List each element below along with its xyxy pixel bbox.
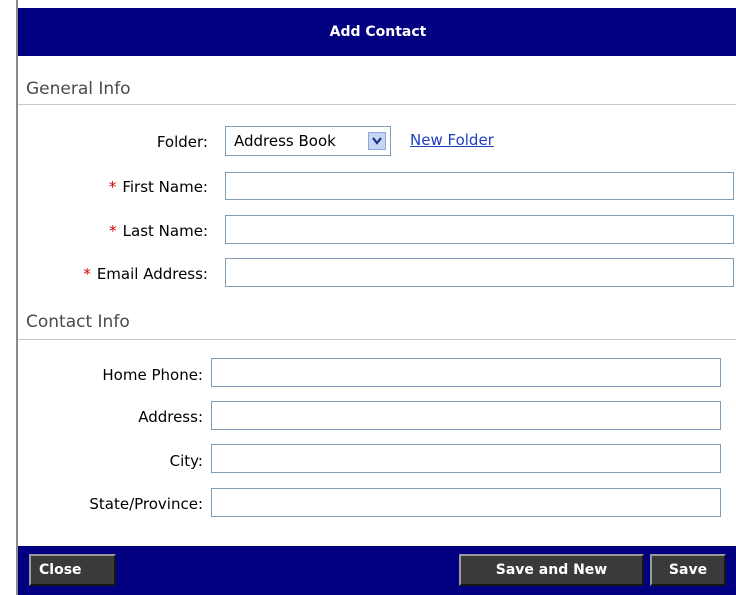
- address-field[interactable]: [211, 401, 721, 430]
- dialog-title: Add Contact: [329, 24, 427, 40]
- folder-select[interactable]: Address Book: [225, 126, 391, 156]
- home-phone-field[interactable]: [211, 358, 721, 387]
- contact-info-divider: [18, 339, 736, 340]
- address-label: Address:: [138, 408, 203, 426]
- dialog-title-bar: Add Contact: [18, 8, 736, 56]
- home-phone-label: Home Phone:: [102, 366, 203, 384]
- last-name-field[interactable]: [225, 215, 734, 244]
- required-marker: *: [83, 265, 91, 283]
- city-field[interactable]: [211, 444, 721, 473]
- required-marker: *: [109, 222, 117, 240]
- city-label: City:: [169, 452, 203, 470]
- state-province-label: State/Province:: [89, 495, 203, 513]
- folder-select-value: Address Book: [234, 132, 336, 150]
- save-button[interactable]: Save: [650, 554, 726, 586]
- first-name-field[interactable]: [225, 172, 734, 200]
- chevron-down-icon[interactable]: [368, 132, 386, 150]
- contact-info-heading: Contact Info: [26, 312, 130, 332]
- email-address-field[interactable]: [225, 258, 734, 287]
- last-name-label: * Last Name:: [109, 222, 208, 240]
- last-name-label-text: Last Name:: [122, 222, 208, 240]
- general-info-divider: [18, 104, 736, 105]
- new-folder-link[interactable]: New Folder: [410, 131, 494, 149]
- folder-label: Folder:: [156, 133, 208, 151]
- save-and-new-button[interactable]: Save and New: [459, 554, 644, 586]
- add-contact-dialog: Add Contact General Info Folder: Address…: [16, 0, 736, 595]
- first-name-label: * First Name:: [109, 178, 208, 196]
- first-name-label-text: First Name:: [122, 178, 208, 196]
- email-label: * Email Address:: [83, 265, 208, 283]
- general-info-heading: General Info: [26, 79, 131, 99]
- dialog-footer: Close Save and New Save: [18, 546, 736, 595]
- close-button[interactable]: Close: [29, 554, 116, 586]
- state-province-field[interactable]: [211, 488, 721, 517]
- email-label-text: Email Address:: [96, 265, 208, 283]
- required-marker: *: [108, 178, 117, 196]
